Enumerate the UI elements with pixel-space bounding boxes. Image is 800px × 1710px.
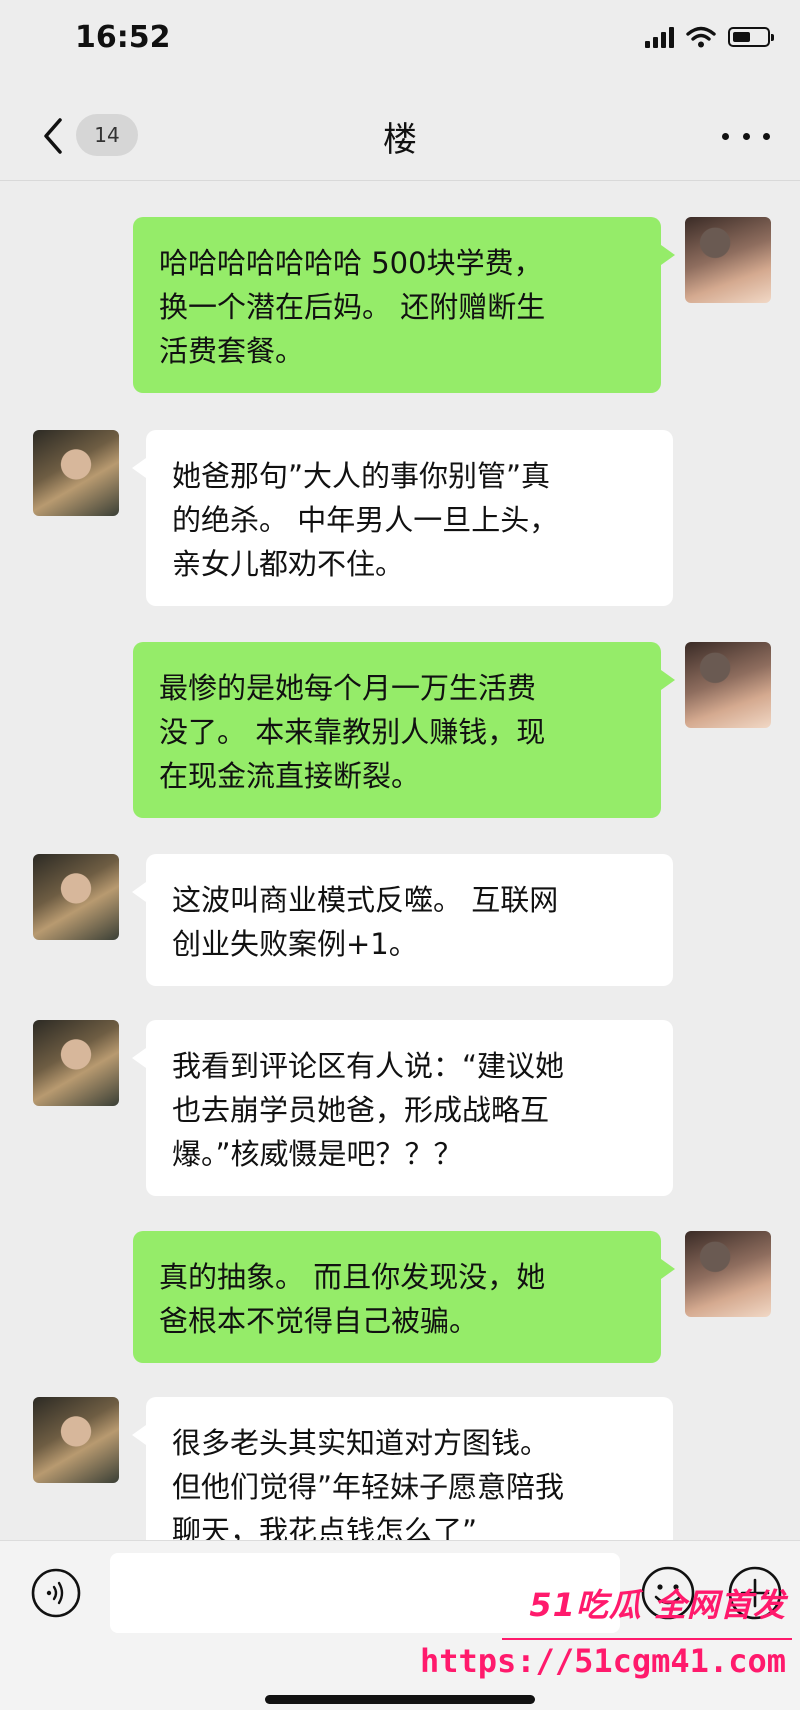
status-time: 16:52 xyxy=(75,20,171,55)
message-bubble[interactable]: 这波叫商业模式反噬。 互联网 创业失败案例+1。 xyxy=(132,854,673,986)
message-bubble[interactable]: 很多老头其实知道对方图钱。 但他们觉得”年轻妹子愿意陪我 聊天，我花点钱怎么了” xyxy=(132,1397,673,1540)
status-bar: 16:52 xyxy=(0,0,800,80)
message-line: 很多老头其实知道对方图钱。 xyxy=(172,1426,550,1460)
message-line: 活费套餐。 xyxy=(159,334,305,368)
message-line: 亲女儿都劝不住。 xyxy=(172,547,405,581)
message-bubble[interactable]: 我看到评论区有人说：“建议她 也去崩学员她爸，形成战略互 爆。”核威慑是吧？？？ xyxy=(132,1020,673,1196)
watermark-url: https://51cgm41.com xyxy=(419,1642,786,1680)
voice-input-icon[interactable] xyxy=(30,1567,82,1619)
message-line: 也去崩学员她爸，形成战略互 xyxy=(172,1093,550,1127)
message-line: 真的抽象。 而且你发现没，她 xyxy=(159,1260,546,1294)
message-line: 创业失败案例+1。 xyxy=(172,927,418,961)
battery-icon xyxy=(728,27,774,47)
contact-avatar[interactable] xyxy=(33,1020,119,1106)
message-bubble[interactable]: 她爸那句”大人的事你别管”真 的绝杀。 中年男人一旦上头， 亲女儿都劝不住。 xyxy=(132,430,673,606)
message-line: 她爸那句”大人的事你别管”真 xyxy=(172,459,551,493)
chat-message-list[interactable]: 哈哈哈哈哈哈哈 500块学费， 换一个潜在后妈。 还附赠断生 活费套餐。 她爸那… xyxy=(0,185,800,1540)
message-bubble[interactable]: 最惨的是她每个月一万生活费 没了。 本来靠教别人赚钱，现 在现金流直接断裂。 xyxy=(133,642,675,818)
message-line: 爆。”核威慑是吧？？？ xyxy=(172,1137,463,1171)
message-line: 我看到评论区有人说：“建议她 xyxy=(172,1049,565,1083)
watermark-brand: 51吃瓜 全网首发 xyxy=(529,1586,786,1624)
message-line: 但他们觉得”年轻妹子愿意陪我 xyxy=(172,1470,565,1504)
contact-avatar[interactable] xyxy=(33,430,119,516)
message-line: 在现金流直接断裂。 xyxy=(159,759,421,793)
status-icons xyxy=(645,26,774,48)
wifi-icon xyxy=(686,26,716,48)
my-avatar[interactable] xyxy=(685,217,771,303)
message-line: 哈哈哈哈哈哈哈 500块学费， xyxy=(159,246,543,280)
chat-title: 楼 xyxy=(383,120,417,160)
message-line: 聊天，我花点钱怎么了” xyxy=(172,1514,478,1540)
more-options-icon[interactable] xyxy=(722,118,770,154)
signal-icon xyxy=(645,26,674,48)
message-line: 爸根本不觉得自己被骗。 xyxy=(159,1304,479,1338)
my-avatar[interactable] xyxy=(685,1231,771,1317)
message-line: 换一个潜在后妈。 还附赠断生 xyxy=(159,290,546,324)
contact-avatar[interactable] xyxy=(33,1397,119,1483)
contact-avatar[interactable] xyxy=(33,854,119,940)
message-line: 没了。 本来靠教别人赚钱，现 xyxy=(159,715,546,749)
watermark-divider xyxy=(502,1638,792,1640)
message-line: 这波叫商业模式反噬。 互联网 xyxy=(172,883,559,917)
message-line: 的绝杀。 中年男人一旦上头， xyxy=(172,503,559,537)
watermark: 51吃瓜 全网首发 https://51cgm41.com xyxy=(420,1580,792,1710)
message-bubble[interactable]: 真的抽象。 而且你发现没，她 爸根本不觉得自己被骗。 xyxy=(133,1231,675,1363)
message-bubble[interactable]: 哈哈哈哈哈哈哈 500块学费， 换一个潜在后妈。 还附赠断生 活费套餐。 xyxy=(133,217,675,393)
message-line: 最惨的是她每个月一万生活费 xyxy=(159,671,537,705)
my-avatar[interactable] xyxy=(685,642,771,728)
nav-bar: 14 楼 xyxy=(0,90,800,181)
